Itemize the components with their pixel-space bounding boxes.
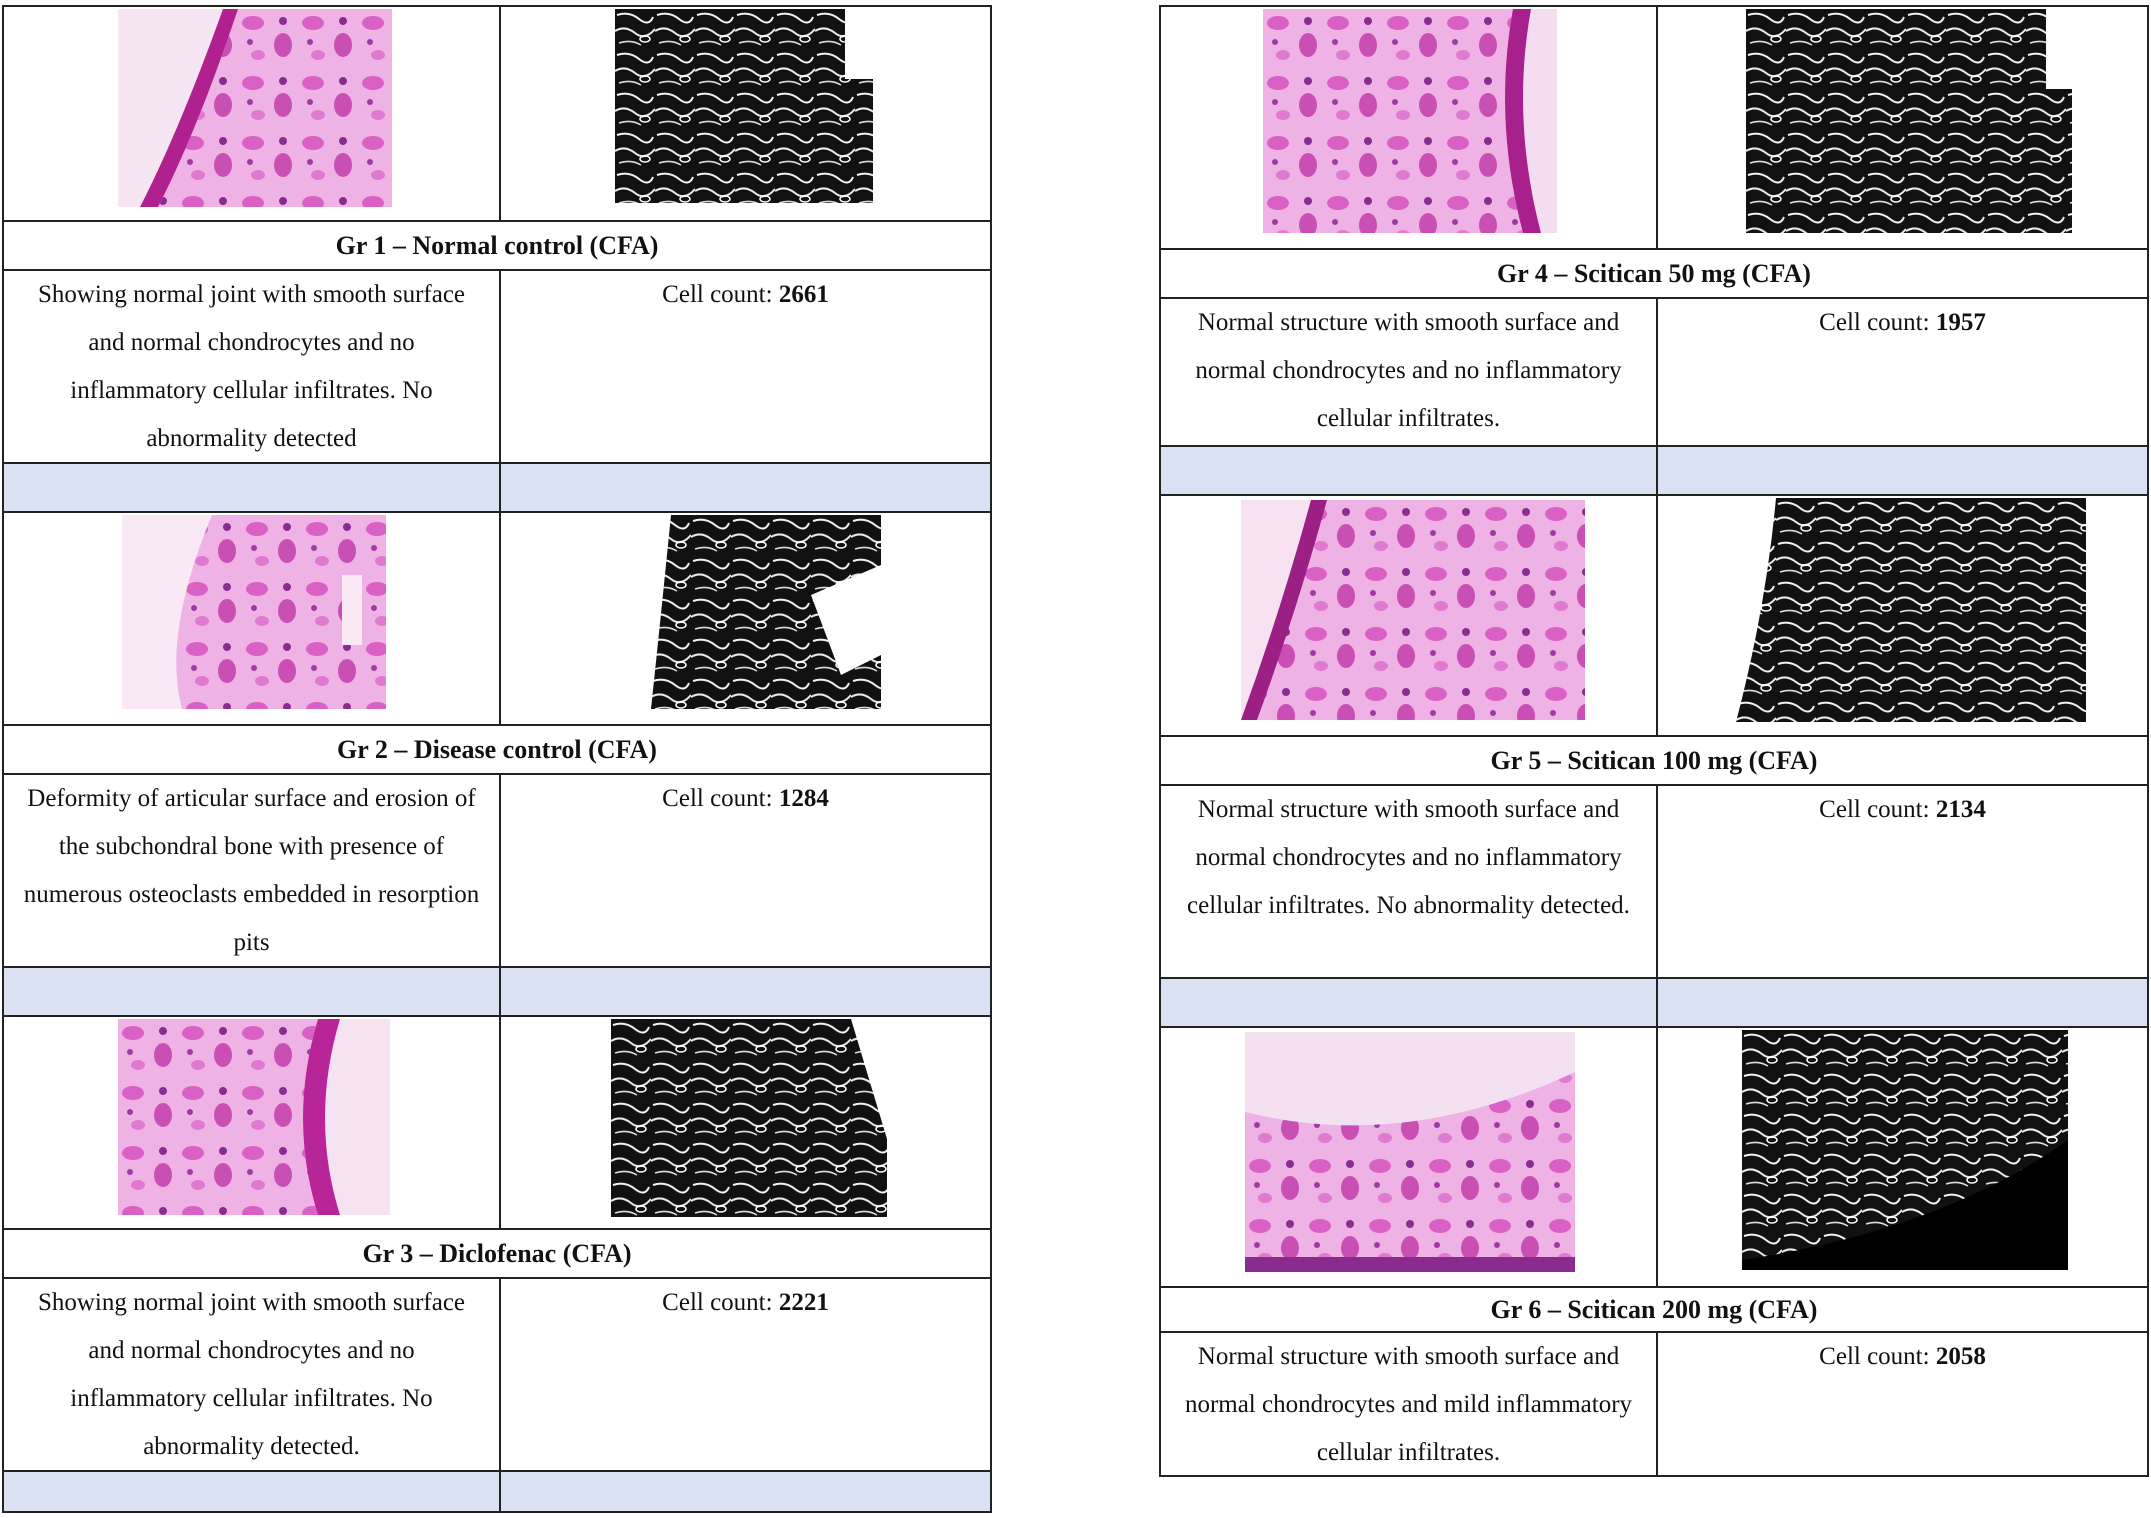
group-1-image-row (4, 7, 990, 220)
group-2-he-image-cell (4, 513, 501, 724)
group-1-bw-image (615, 9, 873, 203)
group-6-caption: Gr 6 – Scitican 200 mg (CFA) (1490, 1294, 1818, 1324)
group-4-image-row (1161, 7, 2147, 248)
group-5-description: Normal structure with smooth surface and… (1161, 786, 1658, 977)
group-5-caption: Gr 5 – Scitican 100 mg (CFA) (1490, 745, 1818, 775)
group-4-text-row: Normal structure with smooth surface and… (1161, 297, 2147, 445)
spacer-cell (1658, 979, 2147, 1026)
group-6-caption-row: Gr 6 – Scitican 200 mg (CFA) (1161, 1286, 2147, 1331)
spacer-cell (501, 1472, 990, 1511)
group-5-he-image-cell (1161, 496, 1658, 735)
group-1-he-image-cell (4, 7, 501, 220)
group-4-bw-image (1746, 9, 2072, 233)
group-2-caption-row: Gr 2 – Disease control (CFA) (4, 724, 990, 773)
group-5-bw-image (1736, 498, 2086, 722)
group-4-caption: Gr 4 – Scitican 50 mg (CFA) (1497, 258, 1811, 288)
spacer-cell (4, 968, 501, 1015)
group-2-description: Deformity of articular surface and erosi… (4, 775, 501, 966)
spacer-row (1161, 977, 2147, 1026)
cell-count-value: 1957 (1935, 309, 1986, 336)
group-1-description: Showing normal joint with smooth surface… (4, 271, 501, 462)
cell-count-label: Cell count: (662, 281, 779, 308)
group-3-image-row (4, 1015, 990, 1228)
group-1-he-stain-image (118, 9, 392, 207)
group-6-bw-image-cell (1658, 1028, 2147, 1286)
cell-count-value: 1284 (778, 785, 829, 812)
cell-count-value: 2221 (778, 1289, 829, 1316)
group-4-cell-count: Cell count: 1957 (1658, 299, 2147, 445)
group-2-image-row (4, 511, 990, 724)
group-1-caption: Gr 1 – Normal control (CFA) (335, 230, 659, 260)
group-3-cell-count: Cell count: 2221 (501, 1279, 990, 1470)
group-3-caption: Gr 3 – Diclofenac (CFA) (362, 1238, 632, 1268)
group-5-he-stain-image (1241, 500, 1585, 720)
group-3-bw-image (611, 1019, 887, 1217)
spacer-cell (501, 968, 990, 1015)
spacer-row (4, 462, 990, 511)
group-3-description: Showing normal joint with smooth surface… (4, 1279, 501, 1470)
group-4-he-stain-image (1263, 9, 1557, 233)
spacer-row (1161, 445, 2147, 494)
group-4-caption-row: Gr 4 – Scitican 50 mg (CFA) (1161, 248, 2147, 297)
cell-count-value: 2058 (1935, 1343, 1986, 1370)
group-5-image-row (1161, 494, 2147, 735)
group-6-bw-image (1742, 1030, 2068, 1270)
group-3-caption-row: Gr 3 – Diclofenac (CFA) (4, 1228, 990, 1277)
group-6-cell-count: Cell count: 2058 (1658, 1333, 2147, 1475)
group-6-text-row: Normal structure with smooth surface and… (1161, 1331, 2147, 1475)
group-6-he-stain-image (1245, 1032, 1575, 1272)
group-2-text-row: Deformity of articular surface and erosi… (4, 773, 990, 966)
cell-count-label: Cell count: (1819, 309, 1936, 336)
group-1-caption-row: Gr 1 – Normal control (CFA) (4, 220, 990, 269)
group-6-he-image-cell (1161, 1028, 1658, 1286)
group-5-caption-row: Gr 5 – Scitican 100 mg (CFA) (1161, 735, 2147, 784)
cell-count-label: Cell count: (1819, 796, 1936, 823)
spacer-cell (4, 1472, 501, 1511)
group-5-cell-count: Cell count: 2134 (1658, 786, 2147, 977)
group-2-cell-count: Cell count: 1284 (501, 775, 990, 966)
spacer-row (4, 966, 990, 1015)
cell-count-value: 2661 (778, 281, 829, 308)
group-1-text-row: Showing normal joint with smooth surface… (4, 269, 990, 462)
table-right: Gr 4 – Scitican 50 mg (CFA) Normal struc… (1159, 5, 2149, 1477)
spacer-cell (501, 464, 990, 511)
group-5-bw-image-cell (1658, 496, 2147, 735)
spacer-row (4, 1470, 990, 1511)
group-1-bw-image-cell (501, 7, 990, 220)
cell-count-value: 2134 (1935, 796, 1986, 823)
group-6-description: Normal structure with smooth surface and… (1161, 1333, 1658, 1475)
cell-count-label: Cell count: (662, 1289, 779, 1316)
group-2-bw-image (611, 515, 881, 709)
group-5-text-row: Normal structure with smooth surface and… (1161, 784, 2147, 977)
table-left: Gr 1 – Normal control (CFA) Showing norm… (2, 5, 992, 1513)
group-4-he-image-cell (1161, 7, 1658, 248)
spacer-cell (1161, 979, 1658, 1026)
group-3-bw-image-cell (501, 1017, 990, 1228)
group-1-cell-count: Cell count: 2661 (501, 271, 990, 462)
group-3-he-stain-image (118, 1019, 390, 1215)
cell-count-label: Cell count: (662, 785, 779, 812)
group-2-he-stain-image (122, 515, 386, 709)
group-3-text-row: Showing normal joint with smooth surface… (4, 1277, 990, 1470)
group-3-he-image-cell (4, 1017, 501, 1228)
group-4-bw-image-cell (1658, 7, 2147, 248)
spacer-cell (1161, 447, 1658, 494)
spacer-cell (4, 464, 501, 511)
spacer-cell (1658, 447, 2147, 494)
cell-count-label: Cell count: (1819, 1343, 1936, 1370)
group-4-description: Normal structure with smooth surface and… (1161, 299, 1658, 445)
group-2-caption: Gr 2 – Disease control (CFA) (337, 734, 657, 764)
group-6-image-row (1161, 1026, 2147, 1286)
group-2-bw-image-cell (501, 513, 990, 724)
